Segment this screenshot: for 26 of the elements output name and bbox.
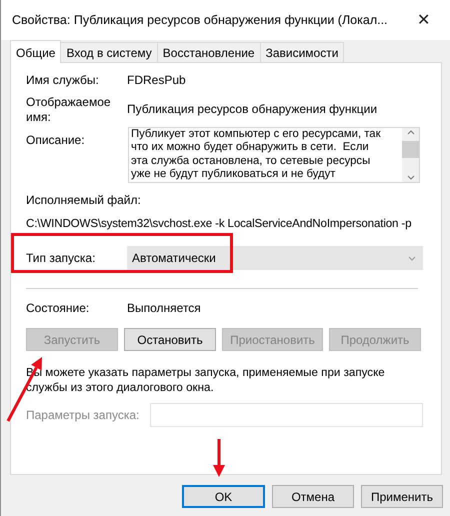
scrollbar-thumb[interactable] — [402, 140, 419, 158]
field-value: FDResPub — [127, 73, 186, 87]
startup-type-dropdown[interactable]: Автоматически — [127, 246, 423, 270]
window-title: Свойства: Публикация ресурсов обнаружения функции (Локал... — [12, 13, 388, 27]
tab[interactable]: Зависимости — [260, 42, 344, 62]
scroll-down-icon[interactable] — [406, 175, 414, 180]
field-label: Имя службы: — [26, 73, 100, 88]
field-label: Исполняемый файл: — [26, 193, 142, 207]
description-box[interactable]: Публикует этот компьютер с его ресурсами, так что их можно будет обнаружить в сети. Если эта служба остановлена, то сетевые ресурсы уже не будут публиковаться и не будут — [128, 127, 420, 183]
scroll-up-icon[interactable] — [406, 130, 414, 135]
field-value: Публикация ресурсов обнаружения функции — [127, 101, 378, 116]
file-path: C:\WINDOWS\system32\svchost.exe -k LocalServiceAndNoImpersonation -p — [26, 217, 412, 230]
field-label: Отображаемое имя: — [26, 95, 112, 125]
service-button[interactable]: Остановить — [124, 328, 216, 351]
close-icon[interactable]: ✕ — [409, 10, 438, 30]
tab[interactable]: Вход в систему — [60, 42, 158, 62]
dialog-button[interactable]: OK — [182, 485, 265, 508]
field-label: Тип запуска: — [26, 250, 96, 266]
tab[interactable]: Общие — [10, 40, 62, 63]
chevron-down-icon — [408, 256, 416, 260]
dialog-button[interactable]: Отмена — [272, 485, 354, 508]
field-label: Параметры запуска: — [26, 408, 140, 422]
status-value: Выполняется — [127, 301, 201, 315]
field-label: Описание: — [26, 132, 86, 148]
dialog-button[interactable]: Применить — [361, 485, 443, 508]
field-label: Состояние: — [26, 301, 90, 316]
